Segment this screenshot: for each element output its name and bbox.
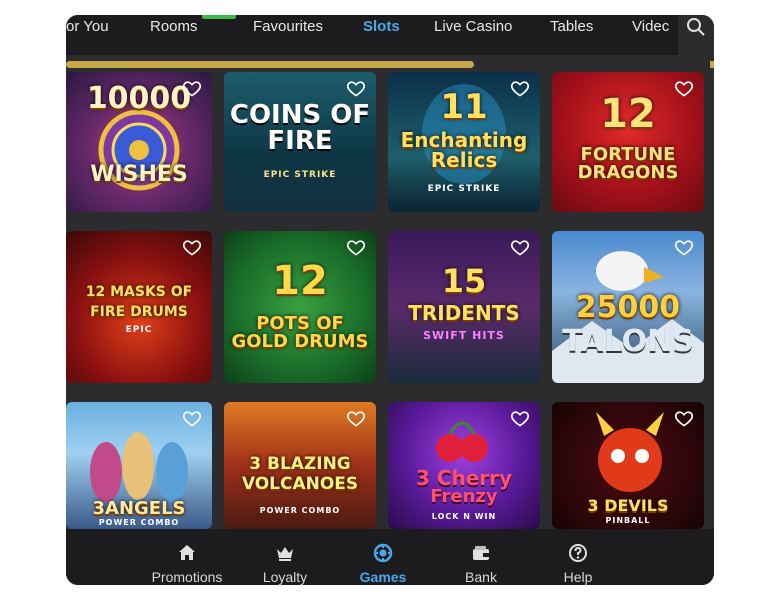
favourite-heart-icon[interactable] [674, 78, 694, 98]
game-tile-3angels[interactable]: 3ANGELS POWER COMBO [66, 402, 212, 529]
game-tile-coins-of-fire[interactable]: COINS OF FIRE EPIC STRIKE [224, 72, 376, 212]
game-title: 3ANGELS [92, 498, 186, 519]
nav-loyalty[interactable]: Loyalty [240, 529, 330, 585]
game-tile-pots-of-gold-drums[interactable]: 12 POTS OF GOLD DRUMS [224, 231, 376, 383]
game-subtitle: WISHES [90, 162, 188, 187]
game-subtitle: FIRE DRUMS [90, 304, 188, 320]
favourite-heart-icon[interactable] [346, 237, 366, 257]
nav-help[interactable]: Help [533, 529, 623, 585]
scroll-progress [66, 61, 714, 68]
help-icon [569, 544, 587, 562]
game-tile-tridents[interactable]: 15 TRIDENTS SWIFT HITS [388, 231, 540, 383]
favourite-heart-icon[interactable] [674, 408, 694, 428]
home-icon [179, 545, 195, 560]
nav-bank[interactable]: Bank [436, 529, 526, 585]
nav-games[interactable]: Games [338, 529, 428, 585]
game-title: 12 [272, 258, 328, 304]
crown-icon [277, 547, 293, 561]
game-badge: LOCK N WIN [431, 512, 497, 521]
favourite-heart-icon[interactable] [182, 78, 202, 98]
game-tile-fire-drums[interactable]: 12 MASKS OF FIRE DRUMS EPIC [66, 231, 212, 383]
game-subtitle: FORTUNE DRAGONS [577, 144, 679, 183]
favourite-heart-icon[interactable] [510, 78, 530, 98]
game-subtitle: Frenzy [430, 486, 498, 507]
game-badge: EPIC STRIKE [427, 184, 501, 194]
favourite-heart-icon[interactable] [346, 408, 366, 428]
game-title: 3 DEVILS [587, 496, 669, 515]
favourite-heart-icon[interactable] [182, 237, 202, 257]
category-tabs: or You Rooms Favourites Slots Live Casin… [66, 15, 714, 55]
game-title: 25000 [575, 290, 681, 325]
tab-slots[interactable]: Slots [363, 18, 400, 35]
game-tile-enchanting-relics[interactable]: 11 Enchanting Relics EPIC STRIKE [388, 72, 540, 212]
game-badge: POWER COMBO [98, 518, 180, 527]
chip-icon [373, 543, 393, 563]
bottom-navigation: Promotions Loyalty Games Bank Help [66, 529, 714, 585]
favourite-heart-icon[interactable] [182, 408, 202, 428]
game-tile-10000-wishes[interactable]: 10000 WISHES [66, 72, 212, 212]
nav-label: Bank [465, 569, 497, 585]
game-badge: PINBALL [605, 516, 651, 525]
favourite-heart-icon[interactable] [510, 408, 530, 428]
game-subtitle: TALONS [562, 324, 694, 359]
game-badge: EPIC STRIKE [263, 170, 337, 180]
game-tile-25000-talons[interactable]: 25000 TALONS [552, 231, 704, 383]
game-badge: EPIC [125, 325, 153, 335]
game-tile-fortune-dragons[interactable]: 12 FORTUNE DRAGONS [552, 72, 704, 212]
favourite-heart-icon[interactable] [346, 78, 366, 98]
game-badge: POWER COMBO [259, 506, 341, 515]
nav-label: Promotions [151, 569, 223, 585]
wallet-icon [473, 546, 489, 560]
progress-fill [66, 61, 474, 68]
tab-video[interactable]: Videc [632, 18, 669, 35]
tab-live-casino[interactable]: Live Casino [434, 18, 512, 35]
game-subtitle: Enchanting Relics [400, 128, 528, 172]
game-title: 3 Cherry [415, 466, 513, 490]
tab-rooms[interactable]: Rooms [150, 18, 198, 35]
nav-label: Help [563, 569, 593, 585]
nav-promotions[interactable]: Promotions [142, 529, 232, 585]
search-icon [687, 18, 705, 36]
game-subtitle: POTS OF GOLD DRUMS [231, 313, 369, 352]
favourite-heart-icon[interactable] [674, 237, 694, 257]
favourite-heart-icon[interactable] [510, 237, 530, 257]
game-title: 12 [600, 91, 656, 137]
game-tile-cherry-frenzy[interactable]: 3 Cherry Frenzy LOCK N WIN [388, 402, 540, 529]
search-button[interactable] [678, 15, 714, 55]
game-tile-3-devils[interactable]: 3 DEVILS PINBALL [552, 402, 704, 529]
tab-favourites[interactable]: Favourites [253, 18, 323, 35]
tab-for-you[interactable]: or You [66, 18, 109, 35]
game-title: 15 [441, 262, 487, 300]
game-subtitle: TRIDENTS [408, 301, 520, 325]
game-badge: SWIFT HITS [423, 329, 505, 342]
progress-end [710, 61, 714, 68]
new-indicator [202, 15, 236, 19]
app-frame: or You Rooms Favourites Slots Live Casin… [66, 15, 714, 585]
game-title: 3 BLAZING [249, 454, 351, 474]
game-subtitle: VOLCANOES [241, 474, 359, 494]
nav-label: Games [359, 569, 407, 585]
game-title: COINS OF FIRE [229, 100, 371, 156]
game-title: 12 MASKS OF [85, 284, 193, 300]
tab-tables[interactable]: Tables [550, 18, 593, 35]
nav-label: Loyalty [262, 569, 308, 585]
game-tile-blazing-volcanoes[interactable]: 3 BLAZING VOLCANOES POWER COMBO [224, 402, 376, 529]
